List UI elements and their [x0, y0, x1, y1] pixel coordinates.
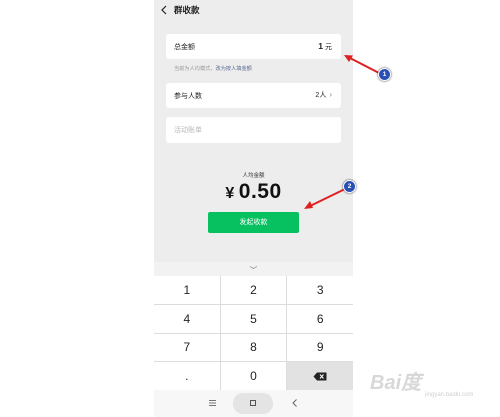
key-decimal[interactable]: .	[154, 362, 220, 390]
backspace-icon	[313, 372, 327, 381]
key-3[interactable]: 3	[287, 276, 353, 304]
participants-row[interactable]: 参与人数 2人 ›	[166, 83, 341, 108]
annotation-arrow-2	[304, 188, 346, 209]
key-0[interactable]: 0	[220, 362, 287, 390]
header: 群收款	[154, 0, 353, 20]
key-backspace[interactable]	[287, 362, 353, 390]
total-amount-unit: 元	[325, 44, 332, 51]
key-7[interactable]: 7	[154, 333, 220, 362]
key-1[interactable]: 1	[154, 276, 220, 304]
mode-hint: 当前为人均模式，改为按人填金额	[174, 65, 252, 72]
key-2[interactable]: 2	[220, 276, 287, 304]
menu-icon[interactable]	[208, 399, 217, 407]
key-9[interactable]: 9	[287, 333, 353, 362]
start-collection-button[interactable]: 发起收款	[208, 212, 299, 233]
key-6[interactable]: 6	[287, 304, 353, 333]
switch-mode-link[interactable]: 改为按人填金额	[216, 66, 252, 72]
activity-note-input[interactable]: 活动账单	[166, 117, 341, 143]
home-square-icon	[250, 400, 256, 406]
per-person-label: 人均金额	[242, 173, 265, 179]
watermark-logo: Bai度	[370, 372, 422, 394]
page-title: 群收款	[174, 5, 200, 15]
mode-hint-text: 当前为人均模式，	[174, 66, 216, 72]
total-amount-number: 1	[318, 41, 323, 51]
key-5[interactable]: 5	[220, 304, 287, 333]
total-amount-field[interactable]: 总金额 1元	[166, 34, 341, 59]
system-nav-bar	[154, 390, 353, 417]
activity-note-placeholder: 活动账单	[174, 127, 202, 134]
chevron-right-icon: ›	[329, 90, 332, 99]
total-amount-value[interactable]: 1元	[318, 41, 332, 52]
key-8[interactable]: 8	[220, 333, 287, 362]
participants-count: 2人	[315, 92, 327, 99]
annotation-badge-1: 1	[378, 68, 391, 81]
keypad-grid: 1 2 3 4 5 6 7 8 9 . 0	[154, 276, 353, 390]
participants-value-wrap: 2人 ›	[315, 90, 332, 100]
numeric-keyboard: 1 2 3 4 5 6 7 8 9 . 0	[154, 262, 353, 390]
watermark-url: jingyan.baidu.com	[425, 392, 474, 398]
total-amount-label: 总金额	[174, 44, 195, 51]
keyboard-collapse-icon[interactable]	[249, 266, 258, 269]
participants-label: 参与人数	[174, 93, 202, 100]
nav-back-icon[interactable]	[291, 398, 299, 408]
annotation-badge-2: 2	[343, 180, 356, 193]
currency-symbol: ¥	[225, 185, 235, 202]
key-4[interactable]: 4	[154, 304, 220, 333]
back-arrow-icon[interactable]	[160, 4, 170, 16]
per-person-value: 0.50	[238, 180, 282, 203]
